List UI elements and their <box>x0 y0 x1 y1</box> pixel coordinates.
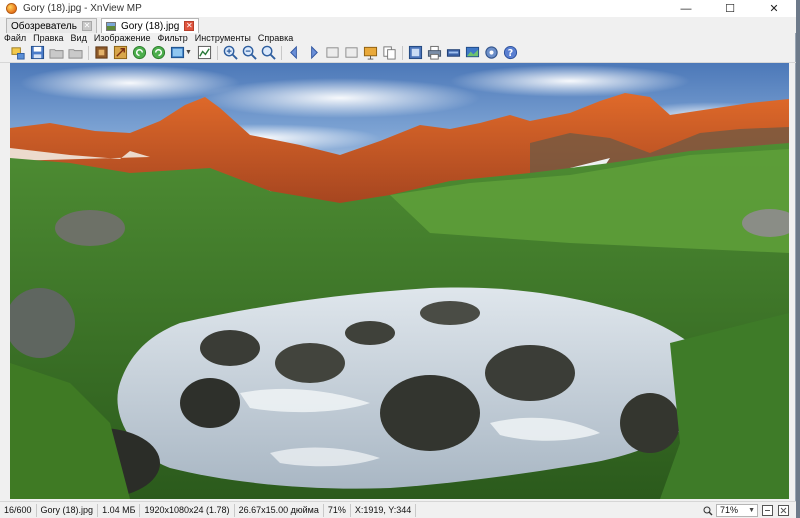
toolbar-separator <box>217 45 218 60</box>
toolbar-separator <box>281 45 282 60</box>
next-image-icon[interactable] <box>305 45 321 61</box>
title-bar: Gory (18).jpg - XnView MP — ☐ ✕ <box>0 0 796 17</box>
status-zoom-percent: 71% <box>324 503 351 517</box>
tab-browser-close-icon[interactable]: ✕ <box>81 21 92 31</box>
previous-image-icon[interactable] <box>286 45 302 61</box>
zoom-fit-screen-icon <box>778 505 789 516</box>
zoom-glass-icon <box>703 506 713 515</box>
status-filesize: 1.04 МБ <box>98 503 141 517</box>
rotate-right-icon[interactable] <box>150 45 166 61</box>
status-filename: Gory (18).jpg <box>37 503 99 517</box>
menu-edit[interactable]: Правка <box>33 33 63 43</box>
status-print-size: 26.67x15.00 дюйма <box>235 503 324 517</box>
last-image-icon[interactable] <box>343 45 359 61</box>
adjust-icon[interactable] <box>169 45 185 61</box>
menu-filter[interactable]: Фильтр <box>158 33 188 43</box>
maximize-button[interactable]: ☐ <box>708 0 752 17</box>
image-viewport[interactable] <box>10 63 789 499</box>
menu-bar: Файл Правка Вид Изображение Фильтр Инстр… <box>0 33 796 43</box>
xnview-app-icon <box>6 3 17 14</box>
toolbar-separator <box>88 45 89 60</box>
fullscreen-icon[interactable] <box>407 45 423 61</box>
zoom-actual-icon <box>762 505 773 516</box>
help-icon[interactable]: ? <box>502 45 518 61</box>
previous-folder-icon[interactable] <box>48 45 64 61</box>
status-zoom-controls: 71% ▼ <box>703 504 790 517</box>
menu-tools[interactable]: Инструменты <box>195 33 251 43</box>
chevron-down-icon: ▼ <box>748 507 755 514</box>
toolbar: ▼ ? <box>0 43 796 63</box>
status-bar: 16/600 Gory (18).jpg 1.04 МБ 1920x1080x2… <box>0 501 796 518</box>
settings-icon[interactable] <box>483 45 499 61</box>
tab-image-close-icon[interactable]: ✕ <box>184 21 195 31</box>
minimize-button[interactable]: — <box>664 0 708 17</box>
landscape-photo <box>10 63 789 499</box>
status-image-index: 16/600 <box>0 503 37 517</box>
adjust-dropdown-icon[interactable]: ▼ <box>185 45 192 61</box>
status-dimensions: 1920x1080x24 (1.78) <box>140 503 235 517</box>
menu-help[interactable]: Справка <box>258 33 293 43</box>
svg-text:?: ? <box>507 48 512 59</box>
slideshow-icon[interactable] <box>362 45 378 61</box>
edit-icon[interactable] <box>196 45 212 61</box>
zoom-in-icon[interactable] <box>222 45 238 61</box>
zoom-level-select[interactable]: 71% ▼ <box>716 504 758 517</box>
image-thumbnail-icon <box>105 21 116 31</box>
crop-icon[interactable] <box>93 45 109 61</box>
resize-icon[interactable] <box>112 45 128 61</box>
browser-icon[interactable] <box>10 45 26 61</box>
window-controls: — ☐ ✕ <box>664 0 796 17</box>
next-folder-icon[interactable] <box>67 45 83 61</box>
tab-image[interactable]: Gory (18).jpg ✕ <box>100 18 200 33</box>
zoom-level-value: 71% <box>720 505 739 515</box>
zoom-out-icon[interactable] <box>241 45 257 61</box>
tab-image-label: Gory (18).jpg <box>120 20 180 32</box>
first-image-icon[interactable] <box>324 45 340 61</box>
status-cursor-position: X:1919, Y:344 <box>351 503 417 517</box>
menu-view[interactable]: Вид <box>71 33 87 43</box>
copy-icon[interactable] <box>381 45 397 61</box>
toolbar-separator <box>402 45 403 60</box>
rotate-left-icon[interactable] <box>131 45 147 61</box>
save-icon[interactable] <box>29 45 45 61</box>
wallpaper-icon[interactable] <box>464 45 480 61</box>
close-button[interactable]: ✕ <box>752 0 796 17</box>
zoom-reset-button[interactable] <box>761 504 774 517</box>
scanner-icon[interactable] <box>445 45 461 61</box>
zoom-fit-icon[interactable] <box>260 45 276 61</box>
window-title: Gory (18).jpg - XnView MP <box>23 3 142 14</box>
print-icon[interactable] <box>426 45 442 61</box>
zoom-fit-button[interactable] <box>777 504 790 517</box>
menu-image[interactable]: Изображение <box>94 33 151 43</box>
app-window: Gory (18).jpg - XnView MP — ☐ ✕ Обозрева… <box>0 0 796 518</box>
tab-browser-label: Обозреватель <box>11 20 77 32</box>
tab-bar: Обозреватель ✕ Gory (18).jpg ✕ <box>0 17 796 33</box>
tab-browser[interactable]: Обозреватель ✕ <box>6 18 97 33</box>
menu-file[interactable]: Файл <box>4 33 26 43</box>
